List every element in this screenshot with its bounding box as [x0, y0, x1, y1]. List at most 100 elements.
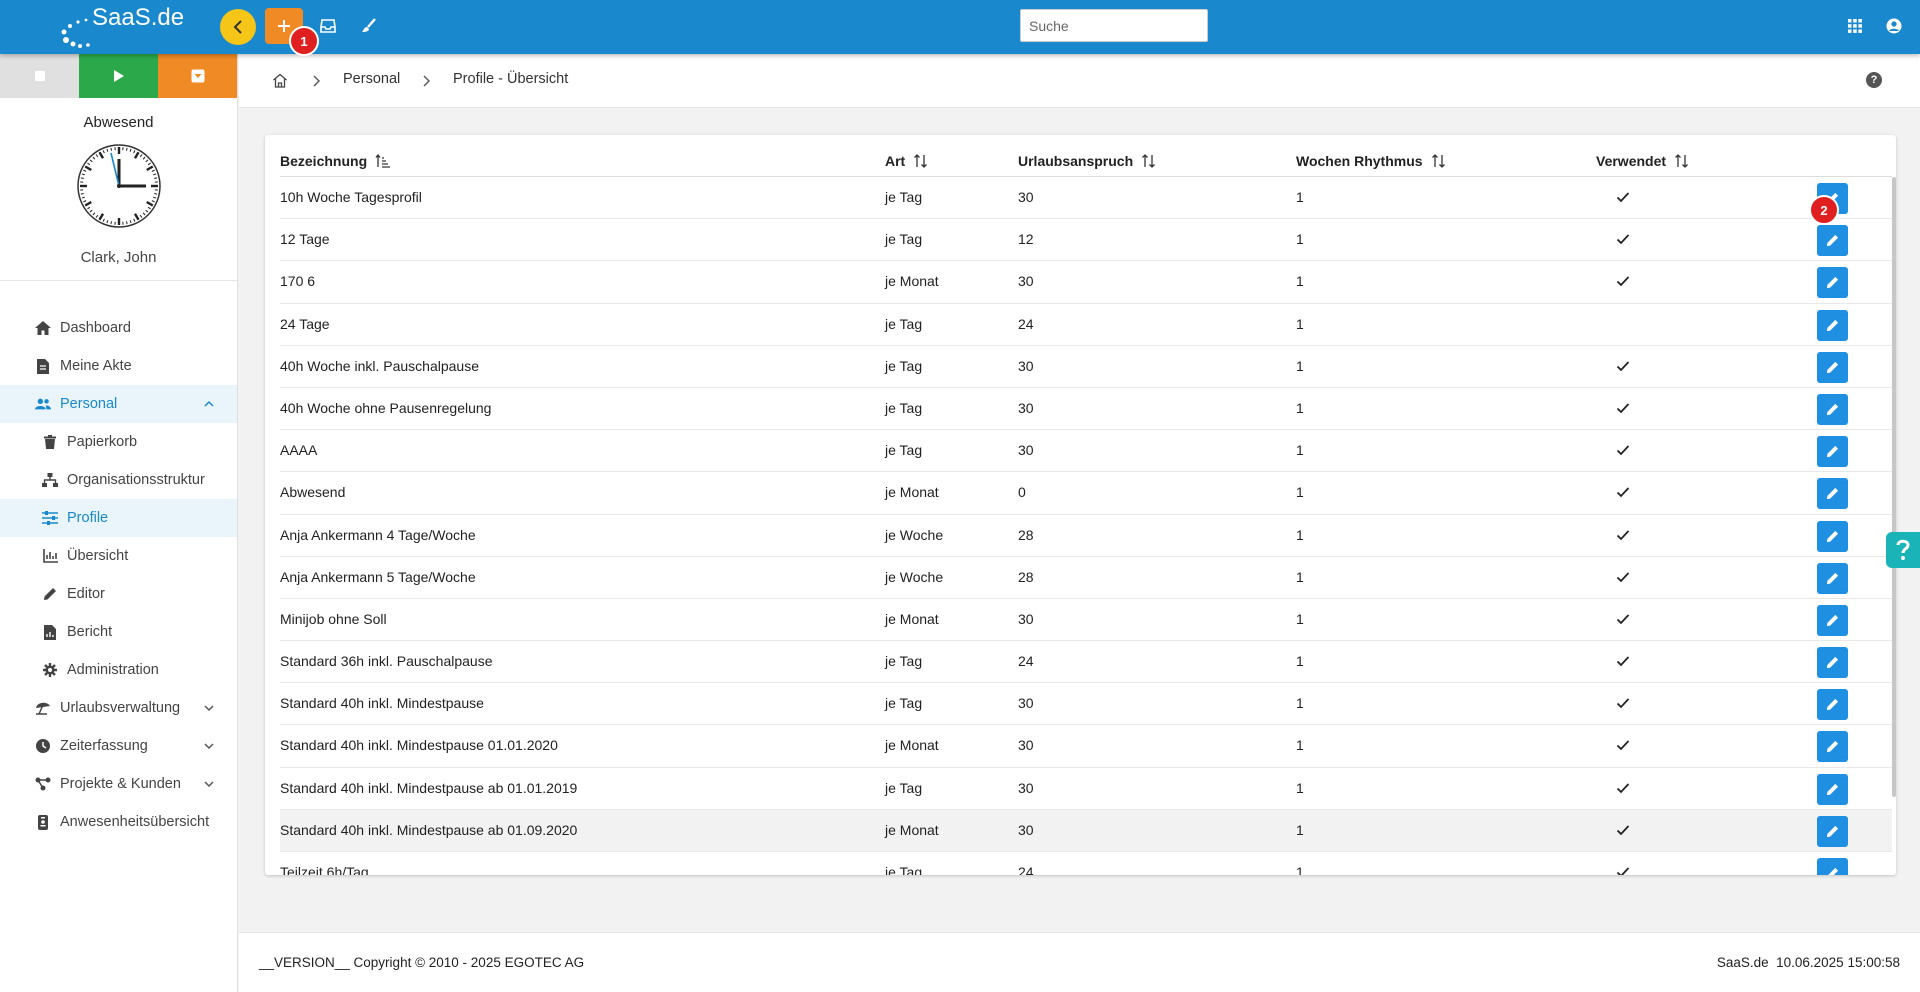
edit-button[interactable]: [1817, 225, 1848, 257]
nav-anwesenheitsuebersicht[interactable]: Anwesenheitsübersicht: [0, 803, 237, 841]
edit-button[interactable]: [1817, 858, 1848, 875]
search-input[interactable]: [1020, 9, 1208, 42]
nav-bericht[interactable]: Bericht: [0, 613, 237, 651]
theme-button[interactable]: [350, 8, 388, 44]
home-outline-icon[interactable]: [272, 73, 288, 88]
cell-urlaubsanspruch: 30: [1018, 442, 1034, 459]
nav-label: Anwesenheitsübersicht: [60, 814, 210, 830]
table-row[interactable]: Abwesend je Monat 0 1: [280, 472, 1892, 515]
edit-button[interactable]: [1817, 604, 1848, 636]
table-row[interactable]: Standard 40h inkl. Mindestpause 01.01.20…: [280, 725, 1892, 768]
nav-personal[interactable]: Personal: [0, 385, 237, 423]
col-header-urlaubsanspruch[interactable]: Urlaubsanspruch: [1018, 153, 1157, 169]
cell-wochen-rhythmus: 1: [1296, 442, 1304, 459]
apps-grid-button[interactable]: [1837, 8, 1873, 44]
col-header-wochen-rhythmus[interactable]: Wochen Rhythmus: [1296, 153, 1447, 169]
check-icon: [1616, 740, 1630, 751]
table-row[interactable]: Standard 36h inkl. Pauschalpause je Tag 24…: [280, 641, 1892, 684]
table-row[interactable]: 40h Woche inkl. Pauschalpause je Tag 30 1: [280, 346, 1892, 388]
cell-art: je Woche: [885, 568, 944, 585]
nav-projekte-kunden[interactable]: Projekte & Kunden: [0, 765, 237, 803]
nav-uebersicht[interactable]: Übersicht: [0, 537, 237, 575]
cell-bezeichnung: 10h Woche Tagesprofil: [280, 189, 422, 205]
user-menu-button[interactable]: [1876, 8, 1912, 44]
col-header-label: Bezeichnung: [280, 153, 368, 169]
sitemap-icon: [42, 472, 58, 488]
check-icon: [1616, 403, 1630, 414]
table-row[interactable]: Anja Ankermann 5 Tage/Woche je Woche 28 1: [280, 557, 1892, 599]
sort-icon: [914, 154, 928, 168]
edit-button[interactable]: [1817, 351, 1848, 383]
table-row[interactable]: 24 Tage je Tag 24 1: [280, 304, 1892, 346]
clock-icon: [76, 144, 161, 228]
chevron-down-icon: [204, 781, 214, 788]
cell-bezeichnung: 40h Woche ohne Pausenregelung: [280, 399, 492, 416]
cell-art: je Tag: [885, 399, 923, 416]
col-header-verwendet[interactable]: Verwendet: [1596, 153, 1690, 169]
pencil-icon: [1826, 572, 1839, 584]
edit-button[interactable]: [1817, 731, 1848, 763]
nav-editor[interactable]: Editor: [0, 575, 237, 613]
pencil-icon: [1826, 614, 1839, 626]
table-row[interactable]: Standard 40h inkl. Mindestpause ab 01.09…: [280, 809, 1892, 852]
edit-button[interactable]: [1817, 647, 1848, 679]
floating-help-button[interactable]: [1886, 532, 1920, 568]
edit-button[interactable]: [1817, 436, 1848, 468]
nav-zeiterfassung[interactable]: Zeiterfassung: [0, 727, 237, 765]
chevron-right-icon: [423, 75, 430, 87]
table-row[interactable]: AAAA je Tag 30 1: [280, 430, 1892, 473]
pencil-icon: [1826, 361, 1839, 373]
stop-button[interactable]: [0, 54, 79, 98]
nav-administration[interactable]: Administration: [0, 651, 237, 689]
cell-wochen-rhythmus: 1: [1296, 231, 1304, 248]
nav-meine-akte[interactable]: Meine Akte: [0, 347, 237, 385]
nav-dashboard[interactable]: Dashboard: [0, 309, 237, 347]
nav-papierkorb[interactable]: Papierkorb: [0, 423, 237, 461]
edit-button[interactable]: [1817, 773, 1848, 805]
table-scrollbar[interactable]: [1892, 177, 1896, 797]
nav-profile[interactable]: Profile: [0, 499, 237, 537]
pencil-icon: [1826, 783, 1839, 795]
cell-urlaubsanspruch: 28: [1018, 568, 1034, 585]
play-button[interactable]: [79, 54, 158, 98]
col-header-bezeichnung[interactable]: Bezeichnung: [280, 153, 391, 169]
nav-organisationsstruktur[interactable]: Organisationsstruktur: [0, 461, 237, 499]
table-row[interactable]: 10h Woche Tagesprofil je Tag 30 1: [280, 177, 1892, 220]
status-dropdown-button[interactable]: [158, 54, 237, 98]
table-row[interactable]: Teilzeit 6h/Tag je Tag 24 1: [280, 852, 1892, 875]
table-row[interactable]: Anja Ankermann 4 Tage/Woche je Woche 28 1: [280, 515, 1892, 557]
nav-label: Profile: [67, 510, 109, 526]
help-icon[interactable]: ?: [1866, 72, 1882, 88]
table-row[interactable]: 12 Tage je Tag 12 1: [280, 219, 1892, 262]
table-row[interactable]: 40h Woche ohne Pausenregelung je Tag 30 1: [280, 388, 1892, 431]
cell-urlaubsanspruch: 30: [1018, 399, 1034, 416]
table-row[interactable]: Standard 40h inkl. Mindestpause ab 01.01…: [280, 768, 1892, 810]
sort-icon: [1431, 154, 1445, 168]
sort-icon: [1675, 154, 1688, 168]
collapse-sidebar-button[interactable]: [220, 9, 256, 45]
edit-button[interactable]: [1817, 393, 1848, 425]
edit-button[interactable]: [1817, 520, 1848, 552]
sidebar-nav: Dashboard Meine Akte Personal Papierkorb…: [0, 309, 237, 841]
edit-button[interactable]: [1817, 267, 1848, 299]
table-row[interactable]: 170 6 je Monat 30 1: [280, 261, 1892, 304]
table-row[interactable]: Standard 40h inkl. Mindestpause je Tag 30 1: [280, 683, 1892, 726]
check-icon: [1616, 529, 1630, 540]
file-icon: [35, 358, 51, 374]
col-header-art[interactable]: Art: [885, 153, 929, 169]
cell-urlaubsanspruch: 30: [1018, 737, 1034, 754]
nav-urlaubsverwaltung[interactable]: Urlaubsverwaltung: [0, 689, 237, 727]
user-name: Clark, John: [80, 249, 157, 266]
breadcrumb-personal[interactable]: Personal: [343, 71, 400, 87]
cell-art: je Tag: [885, 357, 923, 374]
edit-button[interactable]: [1817, 478, 1848, 510]
cell-bezeichnung: Anja Ankermann 5 Tage/Woche: [280, 568, 476, 585]
edit-button[interactable]: [1817, 689, 1848, 721]
table-row[interactable]: Minijob ohne Soll je Monat 30 1: [280, 599, 1892, 642]
edit-button[interactable]: [1817, 309, 1848, 341]
app-logo[interactable]: SaaS.de: [60, 4, 210, 48]
edit-button[interactable]: [1817, 562, 1848, 594]
cell-bezeichnung: Standard 40h inkl. Mindestpause: [280, 695, 484, 712]
chevron-down-icon: [204, 743, 214, 750]
edit-button[interactable]: [1817, 815, 1848, 847]
